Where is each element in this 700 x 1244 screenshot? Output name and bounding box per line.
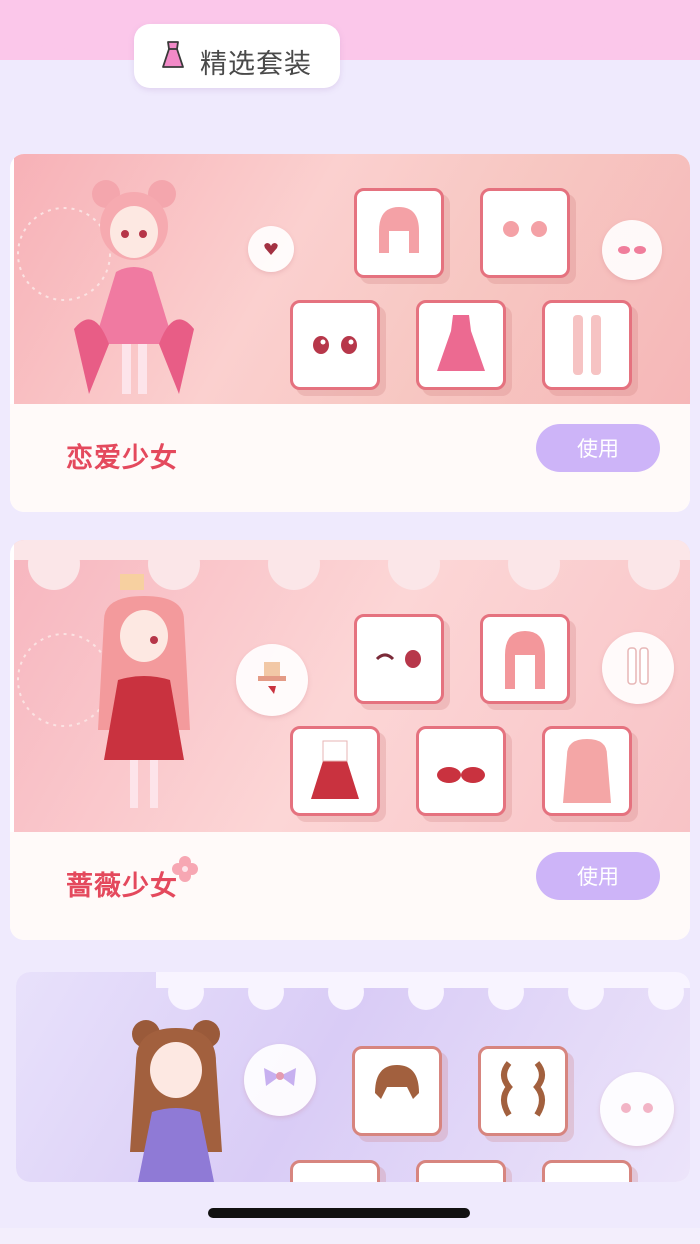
item-slot-long-hair[interactable] bbox=[542, 726, 632, 816]
suit-banner[interactable] bbox=[16, 972, 690, 1182]
hair-icon bbox=[375, 1065, 419, 1099]
item-slot-hair[interactable] bbox=[354, 188, 444, 278]
item-slot-stockings[interactable] bbox=[542, 300, 632, 390]
stockings-icon bbox=[573, 315, 601, 375]
item-slot-outfit[interactable] bbox=[416, 300, 506, 390]
hat-icon bbox=[258, 662, 286, 694]
braid-icon bbox=[501, 1061, 545, 1117]
bow-icon bbox=[264, 1068, 296, 1086]
shoes-icon bbox=[437, 767, 485, 783]
item-slot[interactable] bbox=[290, 1160, 380, 1182]
item-slot-eyes[interactable] bbox=[290, 300, 380, 390]
scallop-border bbox=[0, 30, 700, 51]
socks-icon bbox=[627, 647, 649, 685]
heart-accessory-button[interactable] bbox=[248, 226, 294, 272]
use-button[interactable]: 使用 bbox=[536, 424, 660, 472]
item-slot-braid[interactable] bbox=[478, 1046, 568, 1136]
hair-icon bbox=[379, 207, 419, 253]
heart-accessory-icon bbox=[264, 243, 278, 255]
dress-icon bbox=[311, 740, 359, 799]
item-slot-ear-ornament[interactable] bbox=[480, 188, 570, 278]
next-card-peek bbox=[0, 1228, 700, 1244]
home-indicator bbox=[208, 1208, 470, 1218]
outfit-icon bbox=[437, 315, 485, 371]
item-slot-hair[interactable] bbox=[352, 1046, 442, 1136]
use-button[interactable]: 使用 bbox=[536, 852, 660, 900]
item-slot-face[interactable] bbox=[354, 614, 444, 704]
face-icon bbox=[375, 650, 421, 668]
flower-icon bbox=[172, 856, 198, 882]
dress-icon bbox=[162, 41, 184, 68]
suit-name: 恋爱少女 bbox=[66, 443, 178, 474]
eyes-icon bbox=[313, 336, 357, 354]
blush-button[interactable] bbox=[602, 220, 662, 280]
suit-name: 蔷薇少女 bbox=[66, 871, 178, 902]
ear-ornament-icon bbox=[503, 221, 547, 237]
blush-icon bbox=[618, 246, 646, 254]
page-title: 精选套装 bbox=[200, 49, 312, 80]
character-illustration bbox=[130, 1020, 222, 1182]
item-slot-hair[interactable] bbox=[480, 614, 570, 704]
suit-card bbox=[16, 972, 690, 1182]
item-slot-dress[interactable] bbox=[290, 726, 380, 816]
suit-card: 恋爱少女 使用 bbox=[10, 154, 690, 512]
suit-footer: 恋爱少女 使用 bbox=[10, 404, 690, 512]
character-illustration bbox=[17, 180, 194, 394]
suit-footer: 蔷薇少女 使用 bbox=[10, 832, 690, 940]
item-slot-shoes[interactable] bbox=[416, 726, 506, 816]
hat-button[interactable] bbox=[236, 644, 308, 716]
suit-banner[interactable] bbox=[14, 154, 690, 404]
character-illustration bbox=[17, 574, 190, 808]
hair-icon bbox=[505, 631, 545, 689]
item-slot[interactable] bbox=[416, 1160, 506, 1182]
bow-button[interactable] bbox=[244, 1044, 316, 1116]
section-title-pill: 精选套装 bbox=[134, 24, 340, 88]
flower-hairpin-button[interactable] bbox=[600, 1072, 674, 1146]
item-slot[interactable] bbox=[542, 1160, 632, 1182]
socks-button[interactable] bbox=[602, 632, 674, 704]
suit-card: 蔷薇少女 使用 bbox=[10, 540, 690, 940]
long-hair-icon bbox=[563, 739, 611, 803]
suit-banner[interactable] bbox=[14, 540, 690, 832]
flower-hairpin-icon bbox=[621, 1103, 653, 1113]
